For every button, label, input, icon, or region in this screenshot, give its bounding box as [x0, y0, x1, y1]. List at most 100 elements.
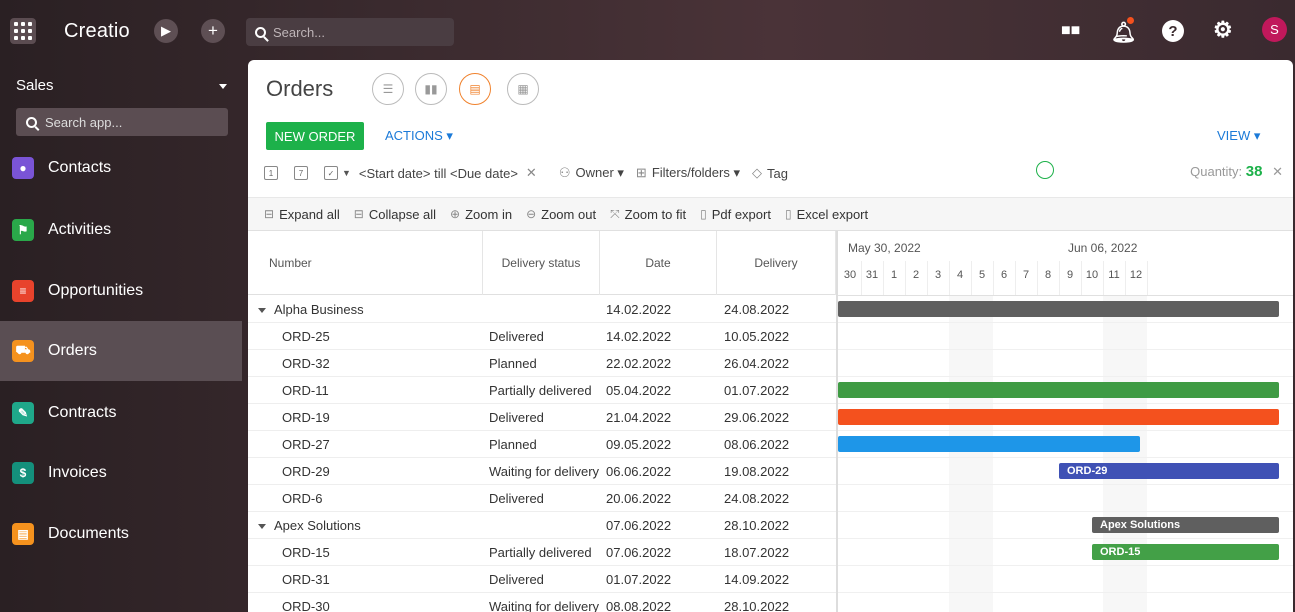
- cell-delivery: 18.07.2022: [724, 545, 790, 560]
- sidebar-item-invoices[interactable]: $ Invoices: [0, 443, 242, 503]
- cell-status: Partially delivered: [489, 383, 592, 398]
- chevron-down-icon[interactable]: ▼: [342, 168, 351, 178]
- gantt-bar[interactable]: [838, 436, 1141, 452]
- gantt-bar[interactable]: [838, 409, 1279, 425]
- sidebar: Sales Search app... ● Contacts ⚑ Activities…: [0, 68, 242, 612]
- owner-filter[interactable]: Owner ▾: [575, 165, 623, 181]
- help-icon[interactable]: ?: [1162, 20, 1184, 42]
- gantt-day-label: 30: [843, 269, 857, 281]
- gantt-bar[interactable]: Apex Solutions: [1092, 517, 1279, 533]
- tag-filter[interactable]: Tag: [767, 166, 788, 181]
- clear-date-icon[interactable]: ✕: [526, 165, 537, 181]
- add-icon[interactable]: +: [201, 19, 225, 43]
- sidebar-item-orders[interactable]: ⛟ Orders: [0, 321, 242, 381]
- view-menu[interactable]: VIEW ▾: [1217, 128, 1260, 144]
- quantity-indicator: Quantity: 38 ✕: [1190, 163, 1283, 180]
- actions-menu[interactable]: ACTIONS ▾: [385, 128, 453, 144]
- table-row[interactable]: ORD-11 Partially delivered 05.04.2022 01.07…: [248, 377, 836, 404]
- zoom-in-button[interactable]: ⊕ Zoom in: [450, 207, 512, 222]
- table-row[interactable]: ORD-30 Waiting for delivery 08.08.2022 28.1…: [248, 593, 836, 612]
- cell-delivery: 24.08.2022: [724, 491, 790, 506]
- gantt-bar[interactable]: [838, 382, 1279, 398]
- new-order-button[interactable]: NEW ORDER: [266, 122, 364, 150]
- folders-filter[interactable]: Filters/folders ▾: [652, 165, 740, 181]
- cell-number: ORD-27: [282, 437, 330, 452]
- pdf-export-button[interactable]: ▯ Pdf export: [700, 207, 771, 222]
- column-delivery-status[interactable]: Delivery status: [483, 231, 600, 295]
- sidebar-item-activities[interactable]: ⚑ Activities: [0, 200, 242, 260]
- user-avatar[interactable]: S: [1262, 17, 1287, 42]
- gantt-day-label: 5: [978, 269, 986, 281]
- table-row[interactable]: ORD-29 Waiting for delivery 06.06.2022 19.0…: [248, 458, 836, 485]
- contract-icon: ✎: [12, 402, 34, 424]
- collapse-all-button[interactable]: ⊟ Collapse all: [354, 207, 436, 222]
- cell-date: 05.04.2022: [606, 383, 672, 398]
- excel-icon: ▯: [784, 207, 792, 221]
- table-row[interactable]: ORD-31 Delivered 01.07.2022 14.09.2022: [248, 566, 836, 593]
- settings-gear-icon[interactable]: ⚙: [1213, 17, 1233, 43]
- sidebar-item-label: Orders: [48, 342, 97, 359]
- date-range-filter[interactable]: <Start date> till <Due date>: [359, 166, 518, 181]
- list-view-icon[interactable]: ☰: [372, 73, 404, 105]
- chevron-down-icon[interactable]: [258, 308, 266, 314]
- run-process-icon[interactable]: ▶: [154, 19, 178, 43]
- table-row[interactable]: ORD-32 Planned 22.02.2022 26.04.2022: [248, 350, 836, 377]
- calendar-week-icon[interactable]: 7: [294, 166, 308, 180]
- cell-status: Delivered: [489, 329, 544, 344]
- global-search-input[interactable]: Search...: [246, 18, 454, 46]
- gantt-bar[interactable]: ORD-15: [1092, 544, 1279, 560]
- notification-bell-icon[interactable]: 🔔︎: [1111, 20, 1136, 45]
- excel-export-button[interactable]: ▯ Excel export: [785, 207, 868, 222]
- cell-status: Waiting for delivery: [489, 599, 600, 612]
- gantt-bar[interactable]: ORD-29: [1059, 463, 1279, 479]
- cell-number: Apex Solutions: [258, 518, 361, 533]
- workspace-name[interactable]: Sales: [16, 77, 54, 94]
- top-bar: Creatio ▶ + Search... ■■ 🔔︎ ? ⚙ S: [0, 0, 1295, 68]
- column-delivery[interactable]: Delivery: [717, 231, 836, 295]
- table-row[interactable]: ORD-19 Delivered 21.04.2022 29.06.2022: [248, 404, 836, 431]
- calendar-check-icon[interactable]: ✓: [324, 166, 338, 180]
- zoom-out-button[interactable]: ⊖ Zoom out: [526, 207, 596, 222]
- kanban-view-icon[interactable]: ▦: [507, 73, 539, 105]
- zoom-in-icon: ⊕: [450, 207, 461, 221]
- table-row[interactable]: ORD-15 Partially delivered 07.06.2022 18.07…: [248, 539, 836, 566]
- group-row[interactable]: Alpha Business 14.02.2022 24.08.2022: [248, 296, 836, 323]
- zoom-out-icon: ⊖: [526, 207, 537, 221]
- sidebar-item-documents[interactable]: ▤ Documents: [0, 504, 242, 564]
- analytics-view-icon[interactable]: ▮▮: [415, 73, 447, 105]
- cell-number: ORD-6: [282, 491, 323, 506]
- table-row[interactable]: ORD-6 Delivered 20.06.2022 24.08.2022: [248, 485, 836, 512]
- sidebar-item-contracts[interactable]: ✎ Contracts: [0, 383, 242, 443]
- palette-icon[interactable]: [1036, 161, 1054, 179]
- gantt-view-icon[interactable]: ▤: [459, 73, 491, 105]
- table-row[interactable]: ORD-27 Planned 09.05.2022 08.06.2022: [248, 431, 836, 458]
- cell-status: Planned: [489, 356, 537, 371]
- folder-icon: ⊞: [635, 165, 647, 180]
- group-row[interactable]: Apex Solutions 07.06.2022 28.10.2022: [248, 512, 836, 539]
- calendar-day-icon[interactable]: 1: [264, 166, 278, 180]
- app-search-input[interactable]: Search app...: [16, 108, 228, 136]
- close-icon[interactable]: ✕: [1272, 164, 1283, 179]
- table-row[interactable]: ORD-25 Delivered 14.02.2022 10.05.2022: [248, 323, 836, 350]
- chevron-down-icon[interactable]: [219, 84, 227, 89]
- cell-number: ORD-25: [282, 329, 330, 344]
- fit-icon: ⤧: [610, 206, 620, 221]
- chevron-down-icon[interactable]: [258, 524, 266, 530]
- apps-grid-icon[interactable]: ■■: [1061, 22, 1080, 40]
- expand-all-button[interactable]: ⊟ Expand all: [264, 207, 340, 222]
- gantt-day-label: 10: [1085, 269, 1099, 281]
- cell-number: ORD-29: [282, 464, 330, 479]
- owner-icon: ⚇: [558, 165, 571, 180]
- sidebar-item-label: Contacts: [48, 159, 112, 176]
- app-launcher-icon[interactable]: [10, 18, 36, 44]
- sidebar-item-opportunities[interactable]: ≡ Opportunities: [0, 261, 242, 321]
- gantt-chart: May 30, 2022 Jun 06, 2022 30 31 1 2 3 4 5 6 7 8 9 10 1…: [838, 231, 1293, 612]
- column-date[interactable]: Date: [600, 231, 717, 295]
- column-number[interactable]: Number: [248, 231, 483, 295]
- gantt-row: [838, 593, 1293, 612]
- zoom-to-fit-button[interactable]: ⤧ Zoom to fit: [610, 207, 686, 222]
- invoice-icon: $: [12, 462, 34, 484]
- sidebar-item-contacts[interactable]: ● Contacts: [0, 138, 242, 198]
- cell-number: ORD-30: [282, 599, 330, 612]
- gantt-bar[interactable]: [838, 301, 1279, 317]
